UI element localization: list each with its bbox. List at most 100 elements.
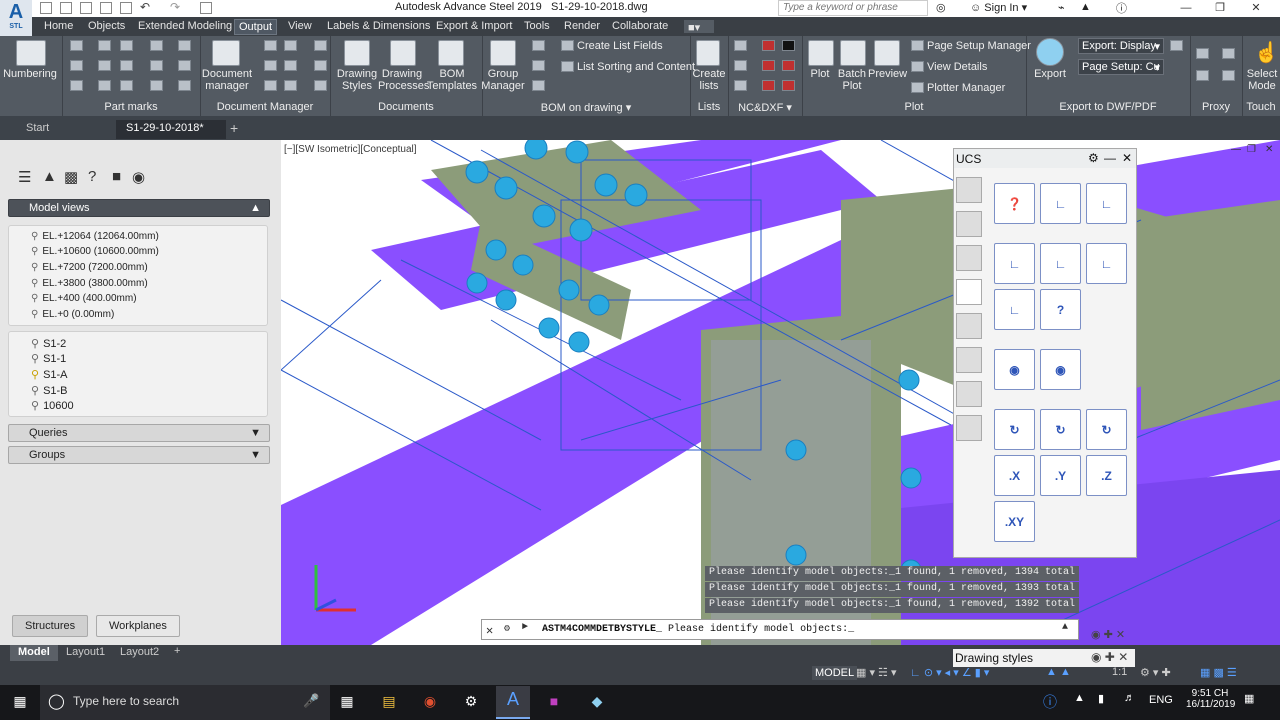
part-mark-icon[interactable]	[178, 60, 191, 71]
preview-button[interactable]: Preview	[868, 68, 907, 80]
command-line[interactable]: ✕ ⚙ ► ASTM4COMMDETBYSTYLE_ Please identi…	[481, 619, 1079, 640]
ucs-icon[interactable]	[956, 279, 982, 305]
tree-icon[interactable]: ☰	[18, 168, 31, 186]
tools-icon[interactable]	[956, 211, 982, 237]
viewport-controls-label[interactable]: [−][SW Isometric][Conceptual]	[284, 144, 417, 155]
part-mark-icon[interactable]	[98, 80, 111, 91]
nc-icon[interactable]	[734, 40, 747, 51]
app-icon[interactable]: ◆	[588, 693, 606, 711]
drawing-processes-icon[interactable]	[390, 40, 416, 66]
list-item[interactable]: ⚲ S1-2	[31, 337, 66, 350]
ribbon-options-icon[interactable]: ■▾	[684, 20, 714, 34]
restore-icon[interactable]: ❐	[1247, 144, 1256, 155]
ucs-view-button[interactable]: ∟	[1086, 243, 1127, 284]
snap-icons[interactable]: ∟ ⊙ ▾ ◂ ▾ ∠ ▮ ▾	[910, 666, 989, 679]
list-item[interactable]: ⚲ 10600	[31, 399, 74, 412]
list-item[interactable]: ⚲ S1-B	[31, 384, 68, 397]
tab-layout1[interactable]: Layout1	[58, 645, 113, 661]
group-manager-icon[interactable]	[490, 40, 516, 66]
search-input[interactable]: Type a keyword or phrase	[778, 0, 928, 16]
nc-icon[interactable]	[762, 60, 775, 71]
tab-model[interactable]: Model	[10, 645, 58, 661]
microphone-icon[interactable]: 🎤	[303, 693, 319, 709]
tab-tools[interactable]: Tools	[520, 19, 554, 33]
open-folder-icon[interactable]	[60, 2, 72, 14]
close-icon[interactable]: ✕	[1122, 151, 1132, 165]
group-title[interactable]: NC&DXF ▾	[728, 101, 802, 115]
file-explorer-icon[interactable]: ▤	[380, 693, 398, 711]
part-mark-icon[interactable]	[150, 40, 163, 51]
list-item[interactable]: ⚲ EL.+10600 (10600.00mm)	[31, 246, 159, 257]
document-icon[interactable]	[264, 80, 277, 91]
list-item[interactable]: ⚲ S1-1	[31, 352, 66, 365]
nc-icon[interactable]	[762, 80, 775, 91]
model-views-header[interactable]: Model views ▲	[8, 199, 270, 217]
part-mark-icon[interactable]	[70, 60, 83, 71]
annotation-scale[interactable]: 1:1	[1112, 666, 1127, 678]
restore-icon[interactable]: ❐	[1204, 0, 1236, 17]
nc-icon[interactable]	[782, 80, 795, 91]
add-layout-button[interactable]: +	[174, 645, 180, 657]
part-mark-icon[interactable]	[98, 40, 111, 51]
tab-export-import[interactable]: Export & Import	[432, 19, 516, 33]
tab-output[interactable]: Output	[234, 19, 278, 35]
ucs-curve-button[interactable]: ∟	[1040, 243, 1081, 284]
drawing-styles-button[interactable]: Drawing Styles	[334, 68, 380, 92]
close-icon[interactable]: ✕	[1240, 0, 1272, 17]
tab-extended-modeling[interactable]: Extended Modeling	[134, 19, 236, 33]
folder-icon[interactable]: ■	[112, 168, 121, 185]
group-title[interactable]: BOM on drawing ▾	[482, 101, 690, 115]
export-icon[interactable]	[1036, 38, 1064, 66]
part-mark-icon[interactable]	[120, 40, 133, 51]
redo-icon[interactable]: ↷	[170, 0, 180, 14]
bom-icon[interactable]	[532, 40, 545, 51]
tab-collaborate[interactable]: Collaborate	[608, 19, 672, 33]
gear-icon[interactable]: ⚙ ▾ ✚	[1140, 666, 1171, 679]
tab-workplanes[interactable]: Workplanes	[96, 615, 180, 637]
document-icon[interactable]	[314, 80, 327, 91]
plotter-manager-button[interactable]: Plotter Manager	[927, 82, 1005, 94]
clock[interactable]: 9:51 CH 16/11/2019	[1186, 688, 1235, 710]
document-icon[interactable]	[264, 40, 277, 51]
annotation-icon[interactable]: ▲ ▲	[1046, 666, 1071, 678]
notification-icon[interactable]: ▦	[1244, 692, 1254, 705]
status-tools-icons[interactable]: ▦ ▩ ☰	[1200, 666, 1237, 679]
drawing-styles-icon[interactable]	[344, 40, 370, 66]
save-icon[interactable]	[80, 2, 92, 14]
part-mark-icon[interactable]	[70, 80, 83, 91]
group-manager-button[interactable]: Group Manager	[478, 68, 528, 92]
grid-icon[interactable]: ▦ ▾ ☵ ▾	[856, 666, 896, 679]
create-lists-button[interactable]: Create lists	[690, 68, 728, 92]
windows-start-icon[interactable]: ▦	[11, 693, 29, 711]
tab-layout2[interactable]: Layout2	[112, 645, 167, 661]
nc-icon[interactable]	[734, 80, 747, 91]
list-item[interactable]: ⚲ S1-A	[31, 368, 68, 381]
list-sorting-button[interactable]: List Sorting and Content	[577, 61, 695, 73]
share-icon[interactable]	[200, 2, 212, 14]
part-mark-icon[interactable]	[120, 60, 133, 71]
page-setup-dropdown[interactable]: Page Setup: Cu ▾	[1078, 59, 1164, 75]
view-details-button[interactable]: View Details	[927, 61, 987, 73]
proxy-icon[interactable]	[1222, 70, 1235, 81]
bom-templates-icon[interactable]	[438, 40, 464, 66]
tab-document[interactable]: S1-29-10-2018*	[116, 120, 226, 139]
pencil-icon[interactable]	[956, 177, 982, 203]
exchange-icon[interactable]: ▲	[1080, 1, 1091, 13]
document-icon[interactable]	[284, 80, 297, 91]
create-lists-icon[interactable]	[696, 40, 720, 66]
person-icon[interactable]	[956, 245, 982, 271]
part-mark-icon[interactable]	[178, 40, 191, 51]
tab-structures[interactable]: Structures	[12, 615, 89, 637]
ucs-palette-header[interactable]: UCS ⚙ — ✕	[954, 149, 1136, 168]
chevron-up-icon[interactable]: ▲	[1074, 692, 1085, 704]
plot-icon[interactable]	[808, 40, 834, 66]
part-mark-icon[interactable]	[150, 60, 163, 71]
part-mark-icon[interactable]	[150, 80, 163, 91]
plot-button[interactable]: Plot	[806, 68, 834, 80]
tab-labels-dimensions[interactable]: Labels & Dimensions	[323, 19, 434, 33]
document-icon[interactable]	[284, 40, 297, 51]
chrome-icon[interactable]: ◉	[421, 693, 439, 711]
preview-icon[interactable]	[874, 40, 900, 66]
numbering-icon[interactable]	[16, 40, 46, 66]
eye-icon[interactable]: ◉	[132, 168, 145, 186]
